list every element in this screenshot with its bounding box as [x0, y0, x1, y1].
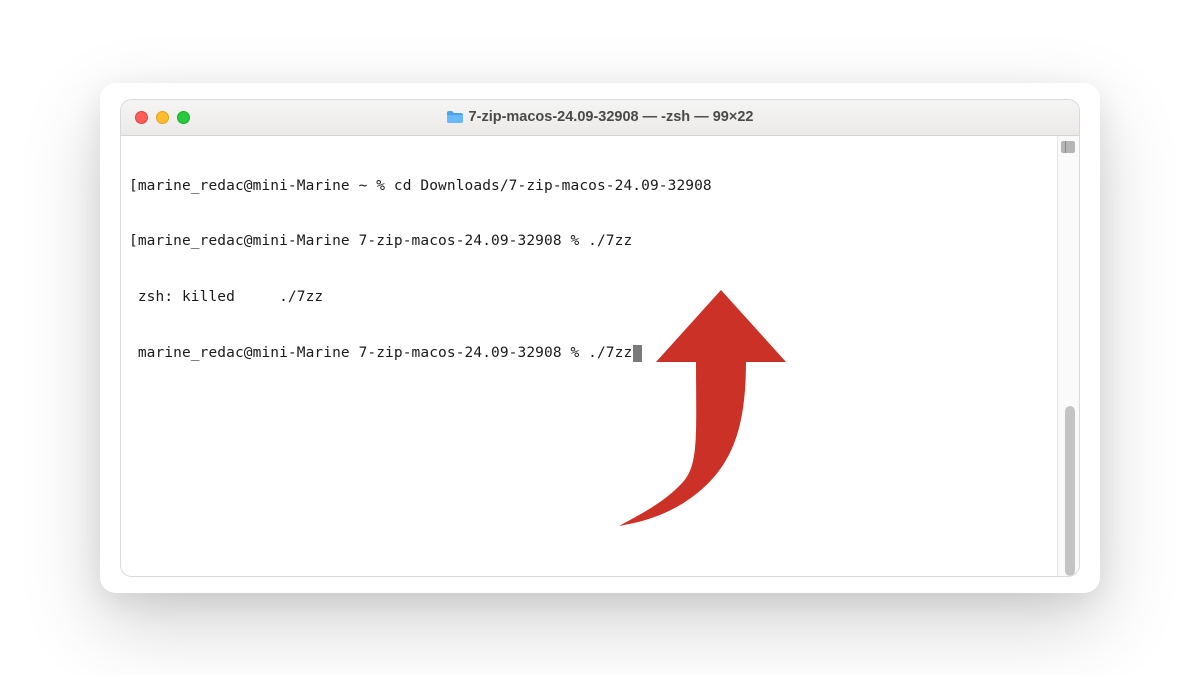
traffic-lights [135, 111, 190, 124]
terminal-prompt-line: marine_redac@mini-Marine 7-zip-macos-24.… [129, 345, 632, 361]
folder-icon [447, 111, 463, 123]
terminal-line: [marine_redac@mini-Marine 7-zip-macos-24… [129, 232, 1049, 251]
terminal-content-area: [marine_redac@mini-Marine ~ % cd Downloa… [121, 136, 1079, 576]
panel-icon[interactable] [1061, 141, 1075, 153]
terminal-body[interactable]: [marine_redac@mini-Marine ~ % cd Downloa… [121, 136, 1057, 576]
terminal-line: zsh: killed ./7zz [129, 288, 1049, 307]
terminal-line: [marine_redac@mini-Marine ~ % cd Downloa… [129, 177, 1049, 196]
terminal-line: marine_redac@mini-Marine 7-zip-macos-24.… [129, 344, 1049, 363]
scrollbar-thumb[interactable] [1065, 406, 1075, 576]
terminal-window: 7-zip-macos-24.09-32908 — -zsh — 99×22 [… [120, 99, 1080, 577]
window-title: 7-zip-macos-24.09-32908 — -zsh — 99×22 [121, 109, 1079, 125]
close-button[interactable] [135, 111, 148, 124]
window-title-text: 7-zip-macos-24.09-32908 — -zsh — 99×22 [469, 109, 754, 125]
maximize-button[interactable] [177, 111, 190, 124]
window-titlebar[interactable]: 7-zip-macos-24.09-32908 — -zsh — 99×22 [121, 100, 1079, 136]
terminal-cursor [633, 345, 642, 362]
scrollbar-rail [1057, 136, 1079, 576]
minimize-button[interactable] [156, 111, 169, 124]
